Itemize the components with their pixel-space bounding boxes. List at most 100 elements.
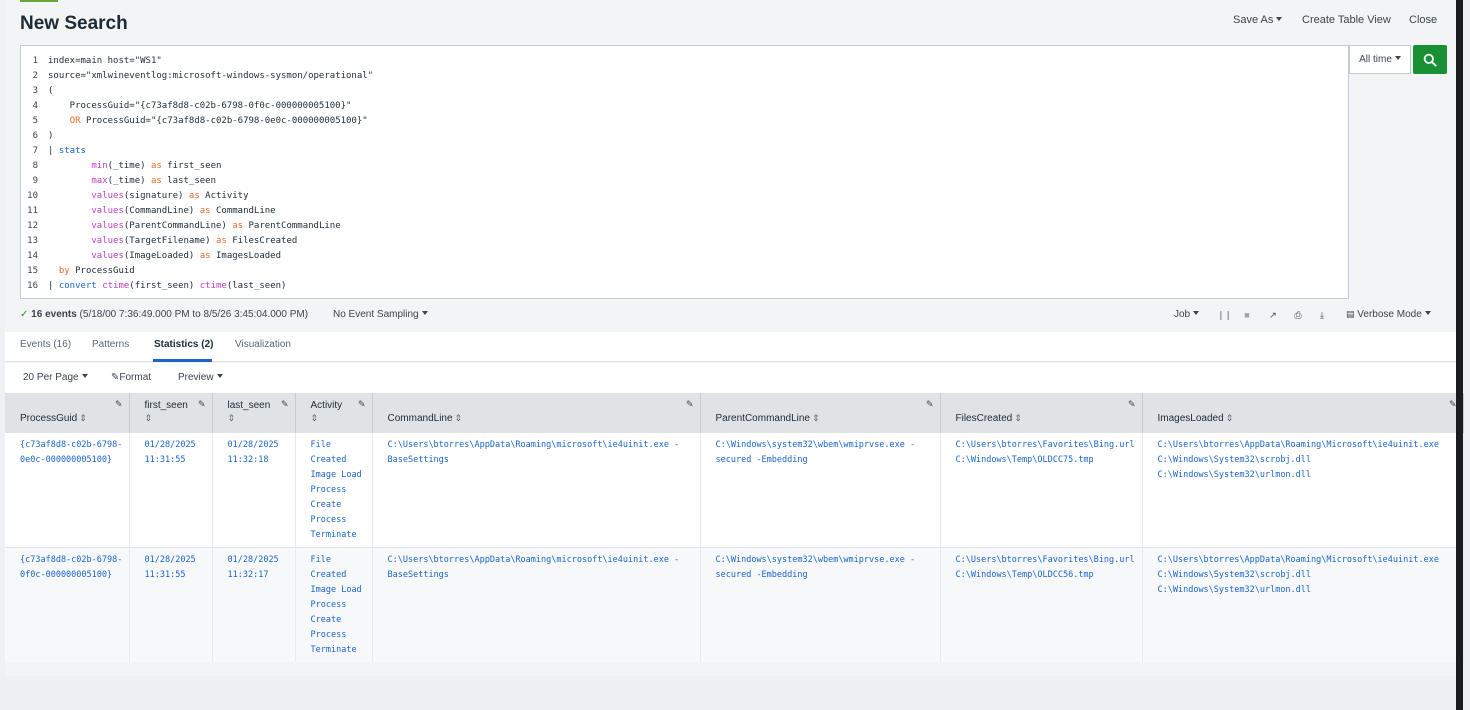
sort-icon[interactable]: ⇕ xyxy=(1226,413,1234,423)
tab-patterns[interactable]: Patterns xyxy=(92,339,129,350)
cell-imagesloaded[interactable]: C:\Users\btorres\AppData\Roaming\Microso… xyxy=(1142,433,1464,548)
page-footer-area xyxy=(5,676,1463,710)
query-text xyxy=(48,116,70,126)
cell-commandline[interactable]: C:\Users\btorres\AppData\Roaming\microso… xyxy=(372,433,701,548)
search-button[interactable] xyxy=(1413,45,1447,74)
sort-icon[interactable]: ⇕ xyxy=(79,413,87,423)
line-number: 10 xyxy=(27,191,38,201)
cell-last_seen[interactable]: 01/28/2025 11:32:18 xyxy=(212,433,296,548)
success-check-icon: ✓ xyxy=(20,309,29,320)
edit-column-pencil-icon[interactable]: ✎ xyxy=(926,399,934,410)
query-text: (_time) xyxy=(107,176,151,186)
pause-icon[interactable]: ❙❙ xyxy=(1217,310,1232,320)
edit-column-pencil-icon[interactable]: ✎ xyxy=(358,399,366,410)
line-number: 4 xyxy=(32,101,38,111)
chevron-down-icon xyxy=(81,374,88,378)
query-text: ) xyxy=(48,131,54,141)
column-header-label: first_seen xyxy=(144,400,188,411)
format-menu[interactable]: ✎Format xyxy=(111,372,151,383)
cell-imagesloaded[interactable]: C:\Users\btorres\AppData\Roaming\Microso… xyxy=(1142,547,1464,662)
per-page-label: 20 Per Page xyxy=(23,372,79,383)
search-mode-menu[interactable]: ▤ Verbose Mode xyxy=(1346,309,1431,320)
edit-column-pencil-icon[interactable]: ✎ xyxy=(1128,399,1136,410)
stop-icon[interactable]: ■ xyxy=(1242,310,1252,320)
query-code: values(CommandLine) as CommandLine xyxy=(48,204,275,219)
query-token-fn: max xyxy=(91,176,108,186)
edit-column-pencil-icon[interactable]: ✎ xyxy=(281,399,289,410)
save-as-menu[interactable]: Save As xyxy=(1233,14,1283,26)
sort-icon[interactable]: ⇕ xyxy=(311,413,364,424)
query-token-op: as xyxy=(232,221,244,231)
cell-first_seen[interactable]: 01/28/2025 11:31:55 xyxy=(129,433,213,548)
search-query-editor[interactable]: 1 index=main host="WS1" 2 source="xmlwineve… xyxy=(20,45,1349,299)
cell-first_seen[interactable]: 01/28/2025 11:31:55 xyxy=(129,547,213,662)
per-page-menu[interactable]: 20 Per Page xyxy=(23,372,88,383)
event-count[interactable]: 16 events xyxy=(31,309,77,320)
column-header-label: ProcessGuid xyxy=(20,413,78,424)
query-token-op: as xyxy=(150,176,162,186)
edit-column-pencil-icon[interactable]: ✎ xyxy=(686,399,694,410)
time-range-picker[interactable]: All time xyxy=(1349,45,1411,74)
cell-parentcommandline[interactable]: C:\Windows\system32\wbem\wmiprvse.exe - … xyxy=(700,433,941,548)
search-status: ✓ 16 events (5/18/00 7:36:49.000 PM to 8… xyxy=(20,309,308,320)
sort-icon[interactable]: ⇕ xyxy=(812,413,820,423)
tab-statistics[interactable]: Statistics (2) xyxy=(154,339,213,350)
column-header-processguid[interactable]: ProcessGuid ⇕ ✎ xyxy=(5,393,130,433)
cell-commandline[interactable]: C:\Users\btorres\AppData\Roaming\microso… xyxy=(372,547,701,662)
query-code: index=main host="WS1" xyxy=(48,54,162,69)
share-icon[interactable]: ↗ xyxy=(1268,310,1278,320)
query-token-fn: values xyxy=(91,236,124,246)
query-text: (ParentCommandLine) xyxy=(123,221,233,231)
query-code: max(_time) as last_seen xyxy=(48,174,216,189)
query-text: ImagesLoaded xyxy=(210,251,282,261)
line-number: 15 xyxy=(27,266,38,276)
column-header-commandline[interactable]: CommandLine ⇕ ✎ xyxy=(372,393,701,433)
cell-filescreated[interactable]: C:\Users\btorres\Favorites\Bing.url C:\W… xyxy=(940,433,1143,548)
query-text: ( xyxy=(48,86,54,96)
sort-icon[interactable]: ⇕ xyxy=(228,413,287,424)
column-header-parentcommandline[interactable]: ParentCommandLine ⇕ ✎ xyxy=(700,393,941,433)
job-menu[interactable]: Job xyxy=(1174,309,1200,320)
line-number: 2 xyxy=(32,71,38,81)
column-header-activity[interactable]: Activity ⇕ ✎ xyxy=(295,393,373,433)
active-tab-indicator xyxy=(153,359,212,362)
column-header-label: ImagesLoaded xyxy=(1157,413,1224,424)
sort-icon[interactable]: ⇕ xyxy=(455,413,463,423)
column-header-filescreated[interactable]: FilesCreated ⇕ ✎ xyxy=(940,393,1143,433)
page-title: New Search xyxy=(20,13,128,34)
query-code: min(_time) as first_seen xyxy=(48,159,221,174)
print-icon[interactable]: ⎙ xyxy=(1293,310,1303,320)
column-header-label: Activity xyxy=(310,400,343,411)
query-text: ProcessGuid="{c73af8d8-c02b-6798-0e0c-00… xyxy=(80,116,368,126)
cell-filescreated[interactable]: C:\Users\btorres\Favorites\Bing.url C:\W… xyxy=(940,547,1143,662)
query-token-fn: values xyxy=(91,221,124,231)
edit-column-pencil-icon[interactable]: ✎ xyxy=(115,399,123,410)
query-token-cmd: stats xyxy=(58,146,86,156)
cell-processguid[interactable]: {c73af8d8-c02b-6798- 0f0c-000000005100} xyxy=(5,547,130,662)
sort-icon[interactable]: ⇕ xyxy=(1014,413,1022,423)
edit-column-pencil-icon[interactable]: ✎ xyxy=(198,399,206,410)
query-code: ( xyxy=(48,84,53,99)
tab-visualization[interactable]: Visualization xyxy=(235,339,291,350)
query-token-op: OR xyxy=(69,116,81,126)
cell-activity[interactable]: File Created Image Load Process Create P… xyxy=(295,547,373,662)
event-sampling-menu[interactable]: No Event Sampling xyxy=(333,309,428,320)
query-text xyxy=(48,161,91,171)
cell-parentcommandline[interactable]: C:\Windows\system32\wbem\wmiprvse.exe - … xyxy=(700,547,941,662)
preview-menu[interactable]: Preview xyxy=(178,372,223,383)
column-header-first_seen[interactable]: first_seen ⇕ ✎ xyxy=(129,393,213,433)
query-token-fn: values xyxy=(91,251,124,261)
line-number: 7 xyxy=(32,146,38,156)
create-table-view-button[interactable]: Create Table View xyxy=(1302,14,1391,26)
tab-events[interactable]: Events (16) xyxy=(20,339,71,350)
column-header-imagesloaded[interactable]: ImagesLoaded ⇕ ✎ xyxy=(1142,393,1464,433)
query-text: | xyxy=(48,146,59,156)
cell-processguid[interactable]: {c73af8d8-c02b-6798- 0e0c-000000005100} xyxy=(5,433,130,548)
cell-last_seen[interactable]: 01/28/2025 11:32:17 xyxy=(212,547,296,662)
download-icon[interactable]: ⤓ xyxy=(1317,310,1327,320)
query-code: values(TargetFilename) as FilesCreated xyxy=(48,234,297,249)
column-header-last_seen[interactable]: last_seen ⇕ ✎ xyxy=(212,393,296,433)
sort-icon[interactable]: ⇕ xyxy=(145,413,204,424)
close-button[interactable]: Close xyxy=(1409,14,1437,26)
cell-activity[interactable]: File Created Image Load Process Create P… xyxy=(295,433,373,548)
